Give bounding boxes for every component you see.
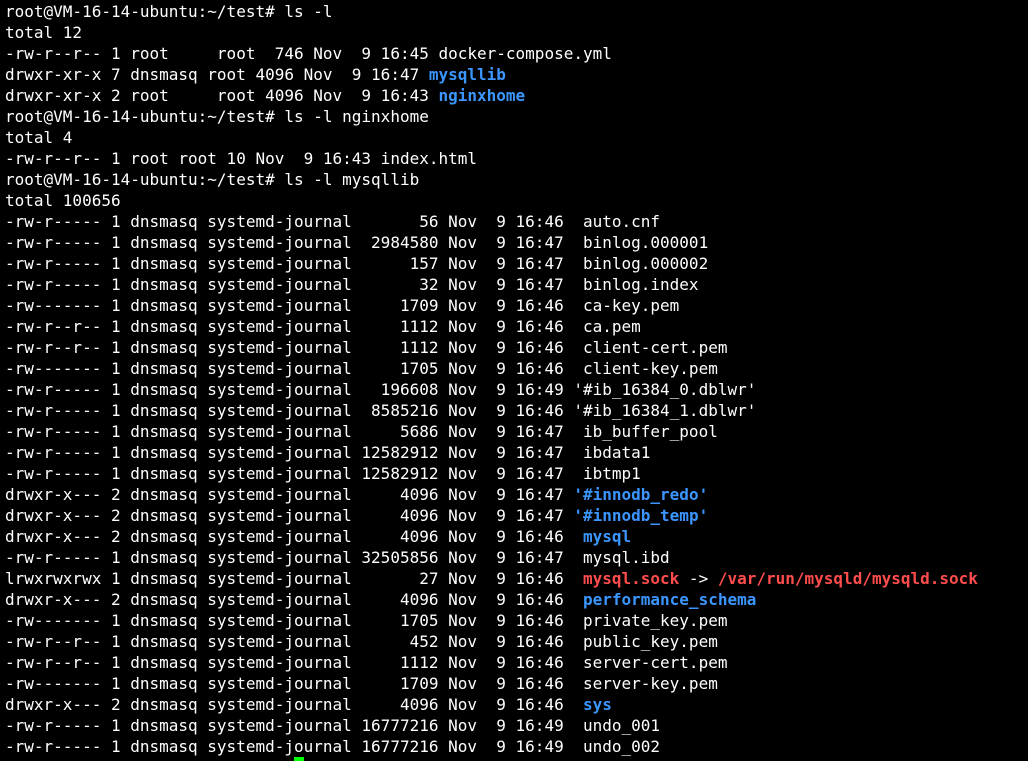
terminal-text: -rw-r----- 1 dnsmasq systemd-journal 858…	[5, 401, 757, 420]
directory-name: mysql	[582, 527, 632, 546]
terminal-line: -rw------- 1 dnsmasq systemd-journal 170…	[5, 358, 1027, 379]
terminal-text: total 12	[5, 23, 83, 42]
terminal-line: -rw-r----- 1 dnsmasq systemd-journal 125…	[5, 463, 1027, 484]
terminal-line: total 100656	[5, 190, 1027, 211]
symlink-name: /var/run/mysqld/mysqld.sock	[717, 569, 978, 588]
terminal-line: -rw-r--r-- 1 dnsmasq systemd-journal 111…	[5, 337, 1027, 358]
terminal-line: drwxr-x--- 2 dnsmasq systemd-journal 409…	[5, 505, 1027, 526]
terminal-text: -rw-r----- 1 dnsmasq systemd-journal 32 …	[5, 275, 699, 294]
terminal-text: -rw-r--r-- 1 dnsmasq systemd-journal 452…	[5, 632, 718, 651]
terminal-text: -rw-r----- 1 dnsmasq systemd-journal 56 …	[5, 212, 661, 231]
terminal-text: -rw-r----- 1 dnsmasq systemd-journal 568…	[5, 422, 718, 441]
terminal-line: -rw-r----- 1 dnsmasq systemd-journal 56 …	[5, 211, 1027, 232]
terminal-line: drwxr-x--- 2 dnsmasq systemd-journal 409…	[5, 589, 1027, 610]
terminal-text: -rw-r----- 1 dnsmasq systemd-journal 125…	[5, 464, 641, 483]
terminal-text: -rw-r--r-- 1 dnsmasq systemd-journal 111…	[5, 338, 728, 357]
directory-name: nginxhome	[438, 86, 526, 105]
directory-name: performance_schema	[582, 590, 757, 609]
terminal-line: -rw-r----- 1 dnsmasq systemd-journal 157…	[5, 253, 1027, 274]
terminal-line: root@VM-16-14-ubuntu:~/test# ls -l	[5, 1, 1027, 22]
terminal-line: total 4	[5, 127, 1027, 148]
terminal-line: drwxr-x--- 2 dnsmasq systemd-journal 409…	[5, 526, 1027, 547]
terminal-text: -rw-r----- 1 dnsmasq systemd-journal 196…	[5, 380, 757, 399]
terminal-line: drwxr-xr-x 7 dnsmasq root 4096 Nov 9 16:…	[5, 64, 1027, 85]
terminal-text: drwxr-xr-x 7 dnsmasq root 4096 Nov 9 16:…	[5, 65, 429, 84]
terminal-line: -rw-r----- 1 dnsmasq systemd-journal 298…	[5, 232, 1027, 253]
terminal-text: -rw-r----- 1 dnsmasq systemd-journal 325…	[5, 548, 670, 567]
terminal-line: -rw------- 1 dnsmasq systemd-journal 170…	[5, 610, 1027, 631]
directory-name: '#innodb_redo'	[573, 485, 709, 504]
terminal-output[interactable]: root@VM-16-14-ubuntu:~/test# ls -l total …	[5, 1, 1027, 761]
terminal-text: drwxr-x--- 2 dnsmasq systemd-journal 409…	[5, 590, 583, 609]
terminal-line: -rw-r----- 1 dnsmasq systemd-journal 167…	[5, 715, 1027, 736]
terminal-text: root@VM-16-14-ubuntu:~/test# ls -l	[5, 2, 333, 21]
terminal-line: -rw-r--r-- 1 dnsmasq systemd-journal 452…	[5, 631, 1027, 652]
terminal-text: total 100656	[5, 191, 121, 210]
terminal-line: -rw-r--r-- 1 dnsmasq systemd-journal 111…	[5, 652, 1027, 673]
terminal-line: -rw-r----- 1 dnsmasq systemd-journal 32 …	[5, 274, 1027, 295]
terminal-line: -rw-r--r-- 1 root root 746 Nov 9 16:45 d…	[5, 43, 1027, 64]
terminal-line: lrwxrwxrwx 1 dnsmasq systemd-journal 27 …	[5, 568, 1027, 589]
terminal-line: -rw-r----- 1 dnsmasq systemd-journal 568…	[5, 421, 1027, 442]
terminal-text: -rw-r----- 1 dnsmasq systemd-journal 157…	[5, 254, 709, 273]
directory-name: '#innodb_temp'	[573, 506, 709, 525]
terminal-text: -rw------- 1 dnsmasq systemd-journal 170…	[5, 611, 728, 630]
terminal-line: -rw------- 1 dnsmasq systemd-journal 170…	[5, 673, 1027, 694]
directory-name: sys	[582, 695, 612, 714]
terminal-text: -rw-r----- 1 dnsmasq systemd-journal 167…	[5, 737, 661, 756]
terminal-text: drwxr-x--- 2 dnsmasq systemd-journal 409…	[5, 506, 574, 525]
terminal-text: drwxr-xr-x 2 root root 4096 Nov 9 16:43	[5, 86, 439, 105]
terminal-text: drwxr-x--- 2 dnsmasq systemd-journal 409…	[5, 695, 583, 714]
terminal-text: -rw-r--r-- 1 dnsmasq systemd-journal 111…	[5, 653, 728, 672]
terminal-line: drwxr-x--- 2 dnsmasq systemd-journal 409…	[5, 694, 1027, 715]
terminal-text: -rw-r--r-- 1 root root 10 Nov 9 16:43 in…	[5, 149, 478, 168]
terminal-text: -rw-r--r-- 1 root root 746 Nov 9 16:45 d…	[5, 44, 612, 63]
terminal-text: -rw-r--r-- 1 dnsmasq systemd-journal 111…	[5, 317, 641, 336]
directory-name: mysqllib	[428, 65, 506, 84]
terminal-line: root@VM-16-14-ubuntu:~/test# ls -l mysql…	[5, 169, 1027, 190]
terminal-text: drwxr-x--- 2 dnsmasq systemd-journal 409…	[5, 485, 574, 504]
terminal-text: -rw------- 1 dnsmasq systemd-journal 170…	[5, 296, 680, 315]
terminal-text: -rw------- 1 dnsmasq systemd-journal 170…	[5, 359, 718, 378]
terminal-text: root@VM-16-14-ubuntu:~/test# ls -l mysql…	[5, 170, 420, 189]
terminal-line: -rw-r--r-- 1 dnsmasq systemd-journal 111…	[5, 316, 1027, 337]
terminal-text: total 4	[5, 128, 73, 147]
terminal-text: ->	[679, 569, 718, 588]
terminal-text: root@VM-16-14-ubuntu:~/test# ls -l nginx…	[5, 107, 429, 126]
terminal-line: drwxr-x--- 2 dnsmasq systemd-journal 409…	[5, 484, 1027, 505]
terminal-line: root@VM-16-14-ubuntu:~/test# ls -l nginx…	[5, 106, 1027, 127]
terminal-text: -rw-r----- 1 dnsmasq systemd-journal 167…	[5, 716, 661, 735]
terminal-text: -rw-r----- 1 dnsmasq systemd-journal 298…	[5, 233, 709, 252]
terminal-text: -rw-r----- 1 dnsmasq systemd-journal 125…	[5, 443, 651, 462]
terminal-line: -rw-r--r-- 1 root root 10 Nov 9 16:43 in…	[5, 148, 1027, 169]
terminal-text: lrwxrwxrwx 1 dnsmasq systemd-journal 27 …	[5, 569, 583, 588]
terminal-line: -rw-r----- 1 dnsmasq systemd-journal 125…	[5, 442, 1027, 463]
terminal-line: total 12	[5, 22, 1027, 43]
terminal-text: drwxr-x--- 2 dnsmasq systemd-journal 409…	[5, 527, 583, 546]
terminal-line: -rw-r----- 1 dnsmasq systemd-journal 196…	[5, 379, 1027, 400]
terminal-text: -rw------- 1 dnsmasq systemd-journal 170…	[5, 674, 718, 693]
terminal-cursor	[294, 757, 304, 761]
terminal-line: -rw-r----- 1 dnsmasq systemd-journal 858…	[5, 400, 1027, 421]
terminal-line: -rw------- 1 dnsmasq systemd-journal 170…	[5, 295, 1027, 316]
terminal-line: drwxr-xr-x 2 root root 4096 Nov 9 16:43 …	[5, 85, 1027, 106]
terminal-line: -rw-r----- 1 dnsmasq systemd-journal 325…	[5, 547, 1027, 568]
terminal-line: -rw-r----- 1 dnsmasq systemd-journal 167…	[5, 736, 1027, 757]
symlink-name: mysql.sock	[582, 569, 680, 588]
